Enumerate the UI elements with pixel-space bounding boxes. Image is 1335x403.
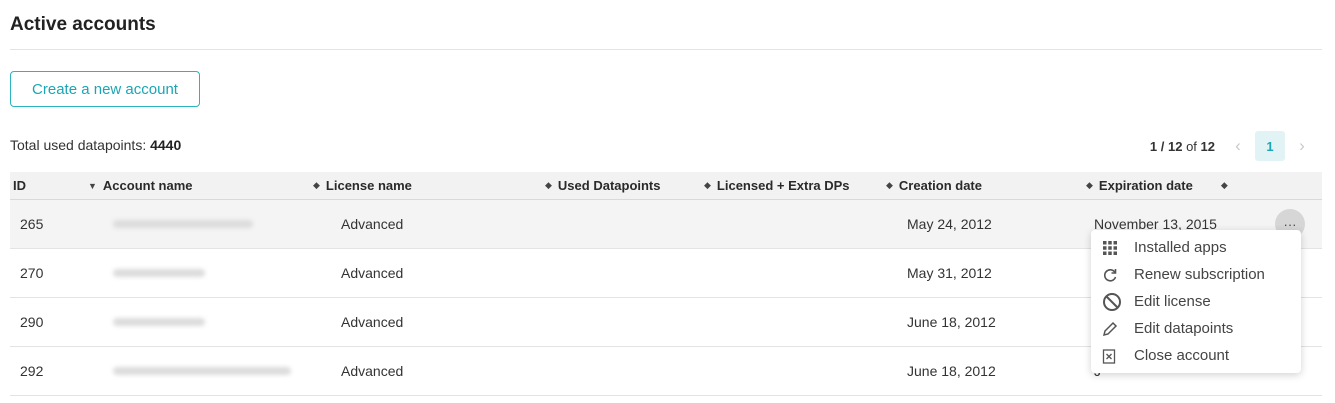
column-header-used-datapoints[interactable]: ◆ Used Datapoints (545, 172, 661, 199)
refresh-icon (1102, 267, 1124, 283)
cell-license: Advanced (341, 363, 404, 379)
prev-page-icon[interactable]: ‹ (1225, 136, 1251, 156)
total-datapoints-value: 4440 (150, 137, 182, 153)
pencil-icon (1102, 321, 1124, 337)
cell-id: 265 (20, 216, 44, 232)
row-actions-menu: Installed apps Renew subscription Edit l… (1091, 230, 1301, 373)
cell-account-name (113, 249, 205, 297)
table-header: ID ▼ Account name ◆ License name ◆ Used Dat… (10, 172, 1322, 200)
cell-creation-date: May 24, 2012 (907, 216, 992, 232)
cell-creation-date: May 31, 2012 (907, 265, 992, 281)
prohibit-icon (1102, 292, 1124, 312)
cell-license: Advanced (341, 216, 404, 232)
page-title: Active accounts (10, 14, 156, 35)
cell-account-name (113, 298, 205, 346)
menu-item-installed-apps[interactable]: Installed apps (1091, 234, 1301, 261)
sort-icon: ◆ (1220, 180, 1228, 190)
cell-id: 292 (20, 363, 44, 379)
pagination-range: 1 / 12 of 12 (1149, 138, 1215, 154)
sort-icon: ◆ (886, 180, 893, 190)
cell-license: Advanced (341, 314, 404, 330)
sort-icon: ◆ (1086, 180, 1093, 190)
pagination: 1 / 12 of 12 ‹ 1 › (1150, 131, 1315, 161)
create-account-button[interactable]: Create a new account (10, 71, 200, 107)
cell-id: 290 (20, 314, 44, 330)
next-page-icon[interactable]: › (1289, 136, 1315, 156)
menu-item-renew-subscription[interactable]: Renew subscription (1091, 261, 1301, 288)
grid-icon (1102, 240, 1124, 256)
cell-creation-date: June 18, 2012 (907, 363, 996, 379)
sort-icon: ◆ (704, 180, 711, 190)
trash-icon (1102, 348, 1124, 364)
sort-icon: ◆ (545, 180, 552, 190)
column-header-licensed-extra[interactable]: ◆ Licensed + Extra DPs (704, 172, 850, 199)
column-header-account-name[interactable]: ▼ Account name (88, 172, 193, 199)
cell-account-name (113, 200, 253, 248)
sort-icon: ◆ (313, 180, 320, 190)
cell-license: Advanced (341, 265, 404, 281)
cell-creation-date: June 18, 2012 (907, 314, 996, 330)
menu-item-close-account[interactable]: Close account (1091, 342, 1301, 369)
sort-desc-icon: ▼ (88, 180, 97, 191)
column-header-creation-date[interactable]: ◆ Creation date (886, 172, 982, 199)
menu-item-edit-license[interactable]: Edit license (1091, 288, 1301, 315)
column-header-expiration-date[interactable]: ◆ Expiration date ◆ (1086, 172, 1228, 199)
column-header-id[interactable]: ID (13, 172, 26, 199)
total-datapoints-label: Total used datapoints: (10, 137, 151, 153)
menu-item-edit-datapoints[interactable]: Edit datapoints (1091, 315, 1301, 342)
total-datapoints: Total used datapoints: 4440 (10, 137, 181, 153)
cell-account-name (113, 347, 291, 395)
column-header-license-name[interactable]: ◆ License name (313, 172, 412, 199)
cell-id: 270 (20, 265, 44, 281)
page-button-1[interactable]: 1 (1255, 131, 1285, 161)
title-divider (10, 49, 1322, 50)
